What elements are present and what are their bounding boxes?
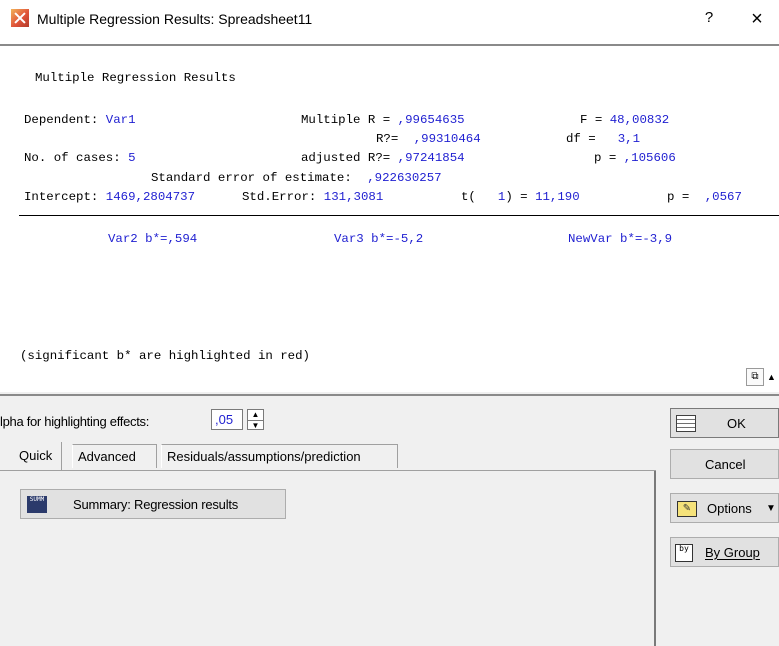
title-separator [0, 44, 779, 46]
adj-r2-value: ,97241854 [397, 151, 465, 165]
ok-button[interactable]: OK [670, 408, 779, 438]
p2-label: p = [667, 190, 697, 204]
multiple-r-line: Multiple R = ,99654635 [301, 113, 465, 127]
coef-newvar: NewVar b*=-3,9 [568, 232, 673, 246]
intercept-value: 1469,2804737 [105, 190, 196, 204]
cases-label: No. of cases: [24, 151, 129, 165]
cases-line: No. of cases: 5 [24, 151, 136, 165]
by-group-icon: by [675, 544, 693, 562]
help-button[interactable]: ? [699, 9, 719, 29]
p2-value: ,0567 [704, 190, 742, 204]
t-value: 11,190 [535, 190, 580, 204]
se-value: ,922630257 [367, 171, 442, 185]
spin-down-icon[interactable]: ▼ [248, 420, 263, 430]
adj-r2-label: adjusted R?= [301, 151, 398, 165]
t-label: t( [461, 190, 476, 204]
significance-note: (significant b* are highlighted in red) [20, 349, 310, 363]
spin-up-icon[interactable]: ▲ [248, 410, 263, 419]
intercept-label: Intercept: [24, 190, 106, 204]
se-label: Standard error of estimate: [151, 171, 360, 185]
results-heading: Multiple Regression Results [35, 71, 236, 85]
options-button[interactable]: ✎ Options ▼ [670, 493, 779, 523]
cancel-label: Cancel [705, 457, 746, 472]
std-error-label: Std.Error: [242, 190, 324, 204]
multiple-r-label: Multiple R = [301, 113, 398, 127]
ok-label: OK [727, 416, 746, 431]
r2-value: ,99310464 [413, 132, 481, 146]
window-title: Multiple Regression Results: Spreadsheet… [37, 11, 313, 27]
results-rule [19, 215, 779, 216]
ok-icon [676, 415, 696, 432]
dependent-value: Var1 [105, 113, 136, 127]
options-icon: ✎ [677, 501, 697, 517]
se-line: Standard error of estimate: ,922630257 [151, 171, 442, 185]
cancel-button[interactable]: Cancel [670, 449, 779, 479]
tab-advanced[interactable]: Advanced [72, 444, 157, 468]
by-group-button[interactable]: by By Group [670, 537, 779, 567]
tab-residuals[interactable]: Residuals/assumptions/prediction [161, 444, 398, 468]
adj-r2-line: adjusted R?= ,97241854 [301, 151, 465, 165]
alpha-label: lpha for highlighting effects: [0, 414, 150, 429]
tab-quick[interactable]: Quick [14, 442, 62, 470]
p-line: p = ,105606 [594, 151, 676, 165]
summary-icon: SUMM [27, 496, 47, 513]
cases-value: 5 [128, 151, 136, 165]
close-button[interactable]: × [744, 6, 770, 32]
chevron-down-icon: ▼ [766, 503, 776, 514]
r2-line: R?= ,99310464 [376, 132, 481, 146]
f-line: F = 48,00832 [580, 113, 669, 127]
std-error-line: Std.Error: 131,3081 [242, 190, 383, 204]
p-label: p = [594, 151, 624, 165]
panel-splitter[interactable] [0, 394, 779, 396]
f-label: F = [580, 113, 610, 127]
df-line: df = 3,1 [566, 132, 640, 146]
df-value: 3,1 [617, 132, 641, 146]
intercept-line: Intercept: 1469,2804737 [24, 190, 195, 204]
t-eq: ) = [505, 190, 536, 204]
summary-regression-button[interactable]: SUMM Summary: Regression results [20, 489, 286, 519]
title-bar: Multiple Regression Results: Spreadsheet… [0, 0, 779, 40]
statistica-app-icon [11, 9, 29, 27]
copy-icon[interactable]: ⧉ [746, 368, 764, 386]
f-value: 48,00832 [609, 113, 670, 127]
dependent-line: Dependent: Var1 [24, 113, 136, 127]
alpha-spinner[interactable]: ▲ ▼ [247, 409, 264, 430]
r2-label: R?= [376, 132, 406, 146]
multiple-r-value: ,99654635 [397, 113, 465, 127]
coef-var3: Var3 b*=-5,2 [334, 232, 424, 246]
dependent-label: Dependent: [24, 113, 106, 127]
coef-var2: Var2 b*=,594 [108, 232, 198, 246]
p-value: ,105606 [623, 151, 676, 165]
by-group-label: By Group [705, 545, 760, 560]
collapse-up-icon[interactable]: ▲ [767, 369, 779, 385]
t-line: t(1) = 11,190 [461, 190, 580, 204]
std-error-value: 131,3081 [323, 190, 384, 204]
df-label: df = [566, 132, 596, 146]
options-label: Options [707, 501, 752, 516]
summary-button-label: Summary: Regression results [73, 497, 239, 512]
p2-line: p = ,0567 [667, 190, 742, 204]
alpha-input[interactable]: ,05 [211, 409, 243, 430]
